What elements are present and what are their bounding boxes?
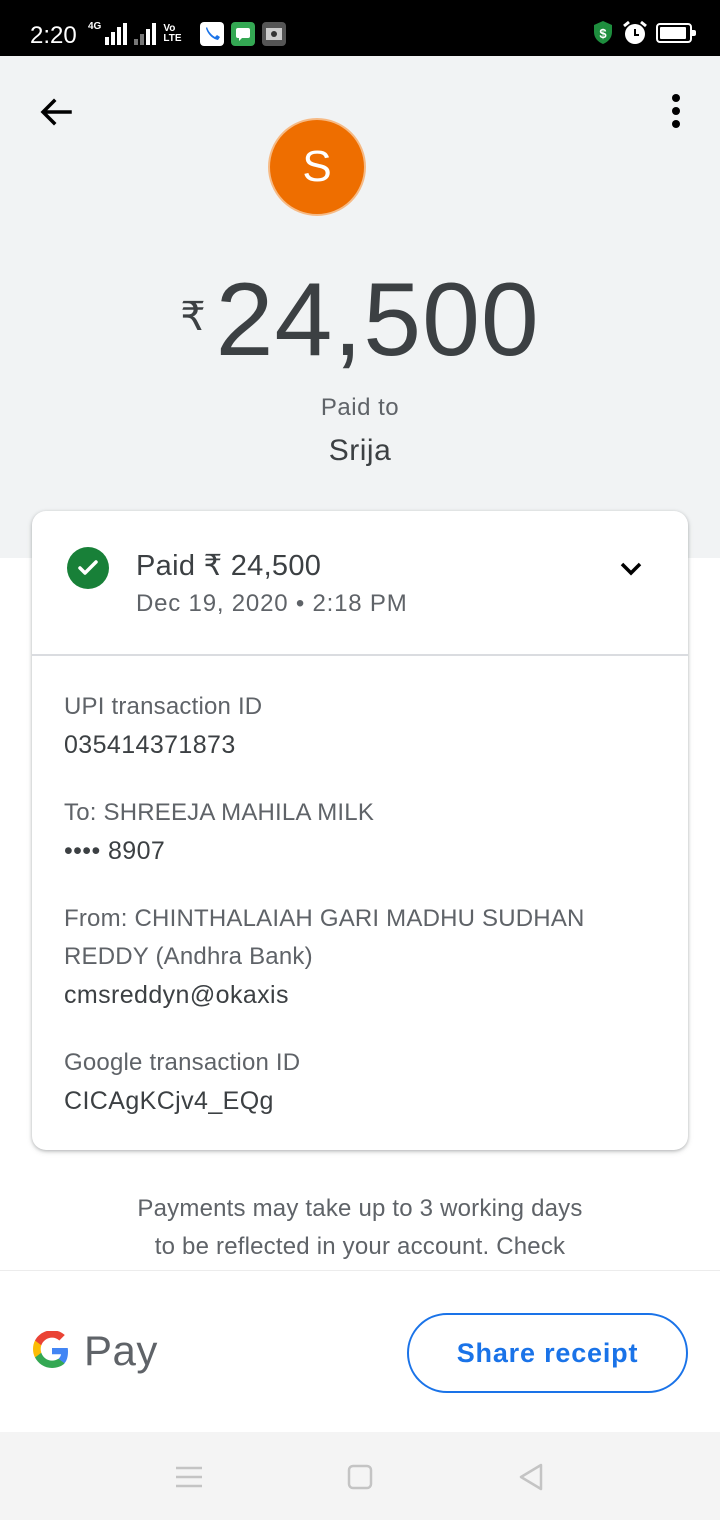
avatar: S [268, 118, 366, 216]
transaction-details-card: Paid ₹ 24,500 Dec 19, 2020 • 2:18 PM UPI… [32, 511, 688, 1150]
sender-account: From: CHINTHALAIAH GARI MADHU SUDHAN RED… [64, 900, 664, 1014]
svg-text:$: $ [599, 26, 607, 41]
google-transaction-id: Google transaction ID CICAgKCjv4_EQg [64, 1044, 664, 1120]
detail-value: •••• 8907 [64, 837, 166, 865]
phone-app-icon [200, 22, 225, 46]
detail-label: To: SHREEJA MAHILA MILK [64, 799, 375, 826]
shield-icon: $ [594, 21, 612, 44]
status-icons-left: 4G Vo LTE [88, 21, 287, 46]
payee-name: Srija [328, 434, 392, 467]
nav-menu-button[interactable] [172, 1460, 206, 1494]
home-icon [347, 1464, 373, 1490]
alarm-icon [623, 20, 647, 44]
recipient-account: To: SHREEJA MAHILA MILK •••• 8907 [64, 794, 664, 870]
payment-datetime: Dec 19, 2020 • 2:18 PM [136, 590, 408, 617]
upi-transaction-id: UPI transaction ID 035414371873 [64, 688, 664, 764]
status-time: 2:20 [30, 22, 77, 49]
battery-icon [656, 23, 696, 43]
paid-to-label: Paid to [320, 394, 400, 421]
bottom-action-bar: Pay Share receipt [0, 1270, 720, 1432]
collapse-details-button[interactable] [614, 551, 648, 585]
back-triangle-icon [519, 1463, 543, 1491]
detail-value[interactable]: CICAgKCjv4_EQg [64, 1082, 664, 1120]
back-button[interactable] [34, 90, 78, 134]
status-icons-right: $ [592, 20, 696, 46]
brand-text: Pay [84, 1327, 158, 1374]
signal-icon [105, 23, 128, 45]
message-app-icon [231, 22, 256, 46]
gpay-logo: Pay [32, 1327, 158, 1375]
detail-label: Google transaction ID [64, 1049, 301, 1076]
processing-note: Payments may take up to 3 working days t… [0, 1190, 720, 1266]
note-line-2: to be reflected in your account. Check [154, 1233, 566, 1260]
payment-amount: ₹ 24,500 [0, 262, 720, 378]
back-arrow-icon [40, 98, 72, 126]
signal-icon-2 [134, 23, 157, 45]
nav-home-button[interactable] [343, 1460, 377, 1494]
note-line-1: Payments may take up to 3 working days [137, 1195, 583, 1222]
detail-value[interactable]: 035414371873 [64, 726, 664, 764]
detail-label: From: CHINTHALAIAH GARI MADHU SUDHAN RED… [64, 905, 585, 970]
network-type-label: 4G [88, 21, 102, 32]
chevron-down-icon [620, 562, 642, 576]
more-options-button[interactable] [662, 90, 690, 134]
payment-status-title: Paid ₹ 24,500 [136, 550, 322, 582]
detail-label: UPI transaction ID [64, 693, 263, 720]
nav-back-button[interactable] [514, 1460, 548, 1494]
volte-label: Vo LTE [163, 23, 182, 44]
google-g-icon [33, 1331, 68, 1368]
system-nav-bar [0, 1432, 720, 1520]
check-circle-icon [67, 547, 109, 589]
more-vert-icon [672, 94, 680, 128]
amount-value: 24,500 [215, 262, 540, 378]
share-receipt-button[interactable]: Share receipt [407, 1313, 688, 1393]
currency-symbol: ₹ [180, 295, 206, 339]
gallery-app-icon [262, 22, 287, 46]
detail-value: cmsreddyn@okaxis [64, 981, 289, 1009]
menu-icon [176, 1466, 202, 1488]
card-divider [32, 654, 688, 656]
status-bar: 2:20 4G Vo LTE $ [0, 0, 720, 56]
